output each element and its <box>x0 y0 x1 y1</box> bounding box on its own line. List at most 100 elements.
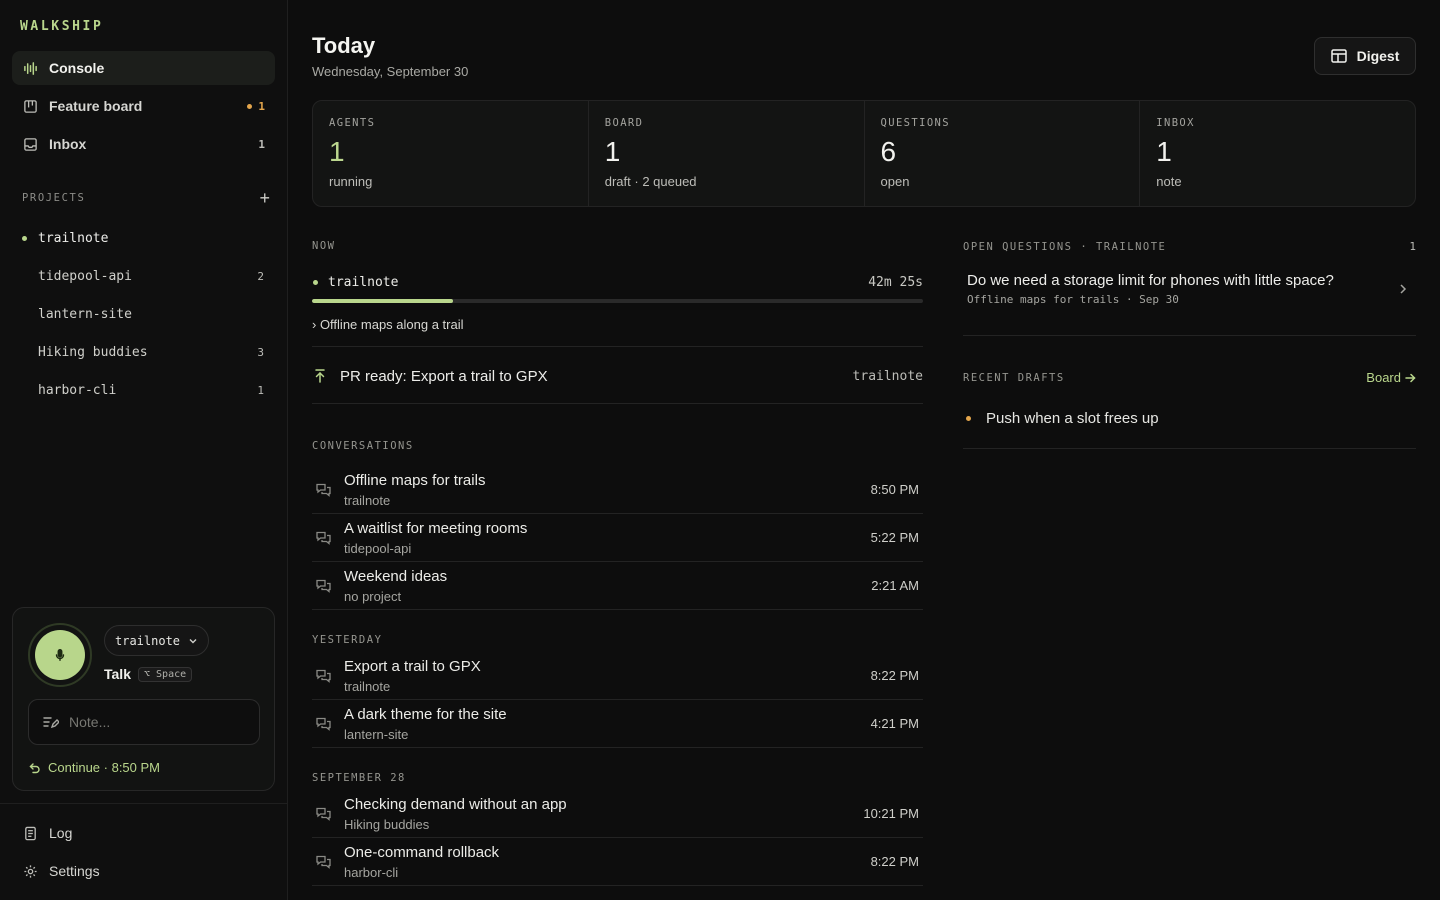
continue-text: Continue · 8:50 PM <box>48 760 161 775</box>
stat-questions[interactable]: QUESTIONS 6 open <box>865 101 1141 206</box>
conversations-label: CONVERSATIONS <box>312 440 414 452</box>
chat-bubbles-icon <box>316 717 332 731</box>
activity-column: NOW trailnote 42m 25s › Offline maps alo… <box>312 240 923 886</box>
conversation-title: A dark theme for the site <box>344 705 507 723</box>
add-project-icon[interactable]: + <box>259 189 270 207</box>
pr-ready-row[interactable]: PR ready: Export a trail to GPX trailnot… <box>312 349 923 403</box>
talk-project-select[interactable]: trailnote <box>104 625 210 656</box>
mic-ring <box>28 623 92 687</box>
talk-card: trailnote Talk ⌥ Space Continue · 8:50 P… <box>12 607 275 791</box>
stat-inbox[interactable]: INBOX 1 note <box>1140 101 1415 206</box>
stat-board[interactable]: BOARD 1 draft · 2 queued <box>589 101 865 206</box>
projects-label: PROJECTS <box>22 192 86 204</box>
project-list: trailnote tidepool-api 2 lantern-site Hi… <box>12 219 275 409</box>
nav-label: Feature board <box>49 98 143 114</box>
board-link[interactable]: Board <box>1366 370 1416 385</box>
conversation-project: Hiking buddies <box>344 816 430 832</box>
newspaper-icon <box>1330 49 1347 63</box>
conversation-item[interactable]: A dark theme for the site lantern-site 4:… <box>312 700 923 748</box>
stat-value: 1 <box>1156 136 1172 167</box>
conversation-time: 2:21 AM <box>871 578 919 593</box>
project-item-lantern-site[interactable]: lantern-site <box>12 295 275 333</box>
pencil-lines-icon <box>43 715 59 729</box>
project-item-hiking-buddies[interactable]: Hiking buddies 3 <box>12 333 275 371</box>
merge-icon <box>314 368 326 384</box>
stat-label: BOARD <box>604 117 644 129</box>
brand-logo[interactable]: WALKSHIP <box>20 19 103 34</box>
side-column: OPEN QUESTIONS · TRAILNOTE 1 Do we need … <box>963 240 1416 449</box>
conversation-item[interactable]: Export a trail to GPX trailnote 8:22 PM <box>312 652 923 700</box>
conversation-project: lantern-site <box>344 726 409 742</box>
selected-project: trailnote <box>115 633 181 648</box>
questions-header: OPEN QUESTIONS · TRAILNOTE 1 <box>963 240 1416 253</box>
conversation-time: 8:50 PM <box>870 482 919 497</box>
pr-project: trailnote <box>852 368 923 384</box>
nav-item-inbox[interactable]: Inbox 1 <box>12 127 275 161</box>
stat-sub: running <box>329 174 373 189</box>
stat-sub: note <box>1156 174 1182 189</box>
project-name: lantern-site <box>38 306 132 322</box>
current-task[interactable]: › Offline maps along a trail <box>312 317 923 332</box>
conversation-time: 10:21 PM <box>863 806 919 821</box>
project-item-harbor-cli[interactable]: harbor-cli 1 <box>12 371 275 409</box>
conversation-time: 8:22 PM <box>870 854 919 869</box>
sep28-label: SEPTEMBER 28 <box>312 772 406 784</box>
stat-sub: open <box>880 174 910 189</box>
conversation-item[interactable]: Weekend ideas no project 2:21 AM <box>312 562 923 610</box>
drafts-header: RECENT DRAFTS Board <box>963 370 1416 385</box>
project-count: 1 <box>257 383 264 397</box>
page-title: Today <box>312 33 376 58</box>
project-item-tidepool-api[interactable]: tidepool-api 2 <box>12 257 275 295</box>
question-item[interactable]: Do we need a storage limit for phones wi… <box>963 272 1416 336</box>
conversation-item[interactable]: Checking demand without an app Hiking bud… <box>312 790 923 838</box>
conversation-list-today: Offline maps for trails trailnote 8:50 PM… <box>312 466 923 610</box>
now-label: NOW <box>312 240 336 252</box>
progress-fill <box>312 299 453 303</box>
nav-label: Console <box>49 60 105 76</box>
note-input[interactable] <box>69 714 239 730</box>
nav-label: Settings <box>49 863 100 879</box>
running-project: trailnote <box>328 274 399 290</box>
microphone-icon <box>55 649 65 661</box>
project-count: 2 <box>257 269 264 283</box>
chevron-down-icon <box>189 638 197 643</box>
stats-panel: AGENTS 1 running BOARD 1 draft · 2 queue… <box>312 100 1416 207</box>
chat-bubbles-icon <box>316 807 332 821</box>
conversation-title: Weekend ideas <box>344 567 448 585</box>
continue-link[interactable]: Continue · 8:50 PM <box>29 760 160 775</box>
running-dot <box>313 279 318 285</box>
conversation-time: 4:21 PM <box>870 716 919 731</box>
digest-button[interactable]: Digest <box>1314 37 1416 75</box>
nav-item-feature-board[interactable]: Feature board 1 <box>12 89 275 123</box>
inbox-icon <box>22 136 39 153</box>
project-name: Hiking buddies <box>38 344 148 360</box>
talk-button[interactable] <box>35 630 85 680</box>
nav-item-log[interactable]: Log <box>12 816 275 850</box>
project-name: tidepool-api <box>38 268 132 284</box>
nav-label: Inbox <box>49 136 87 152</box>
nav-item-console[interactable]: Console <box>12 51 275 85</box>
attention-dot <box>247 103 253 109</box>
conversation-time: 5:22 PM <box>870 530 919 545</box>
conversation-item[interactable]: One-command rollback harbor-cli 8:22 PM <box>312 838 923 886</box>
conversation-item[interactable]: A waitlist for meeting rooms tidepool-api… <box>312 514 923 562</box>
gear-icon <box>22 863 39 880</box>
page-date: Wednesday, September 30 <box>312 64 469 79</box>
conversation-project: harbor-cli <box>344 864 399 880</box>
conversation-title: Offline maps for trails <box>344 471 486 489</box>
stat-label: QUESTIONS <box>880 117 950 129</box>
running-agent-row[interactable]: trailnote 42m 25s <box>312 271 923 293</box>
nav-label: Log <box>49 825 73 841</box>
talk-text: Talk <box>104 666 131 682</box>
chat-bubbles-icon <box>316 531 332 545</box>
stat-label: AGENTS <box>329 117 376 129</box>
project-name: trailnote <box>38 230 109 246</box>
draft-item[interactable]: Push when a slot frees up <box>963 399 1416 449</box>
undo-arrow-icon <box>29 762 40 773</box>
conversation-item[interactable]: Offline maps for trails trailnote 8:50 PM <box>312 466 923 514</box>
project-item-trailnote[interactable]: trailnote <box>12 219 275 257</box>
note-field[interactable] <box>28 699 260 745</box>
stat-agents[interactable]: AGENTS 1 running <box>313 101 589 206</box>
shortcut-hint: ⌥ Space <box>137 666 193 682</box>
nav-item-settings[interactable]: Settings <box>12 854 275 888</box>
